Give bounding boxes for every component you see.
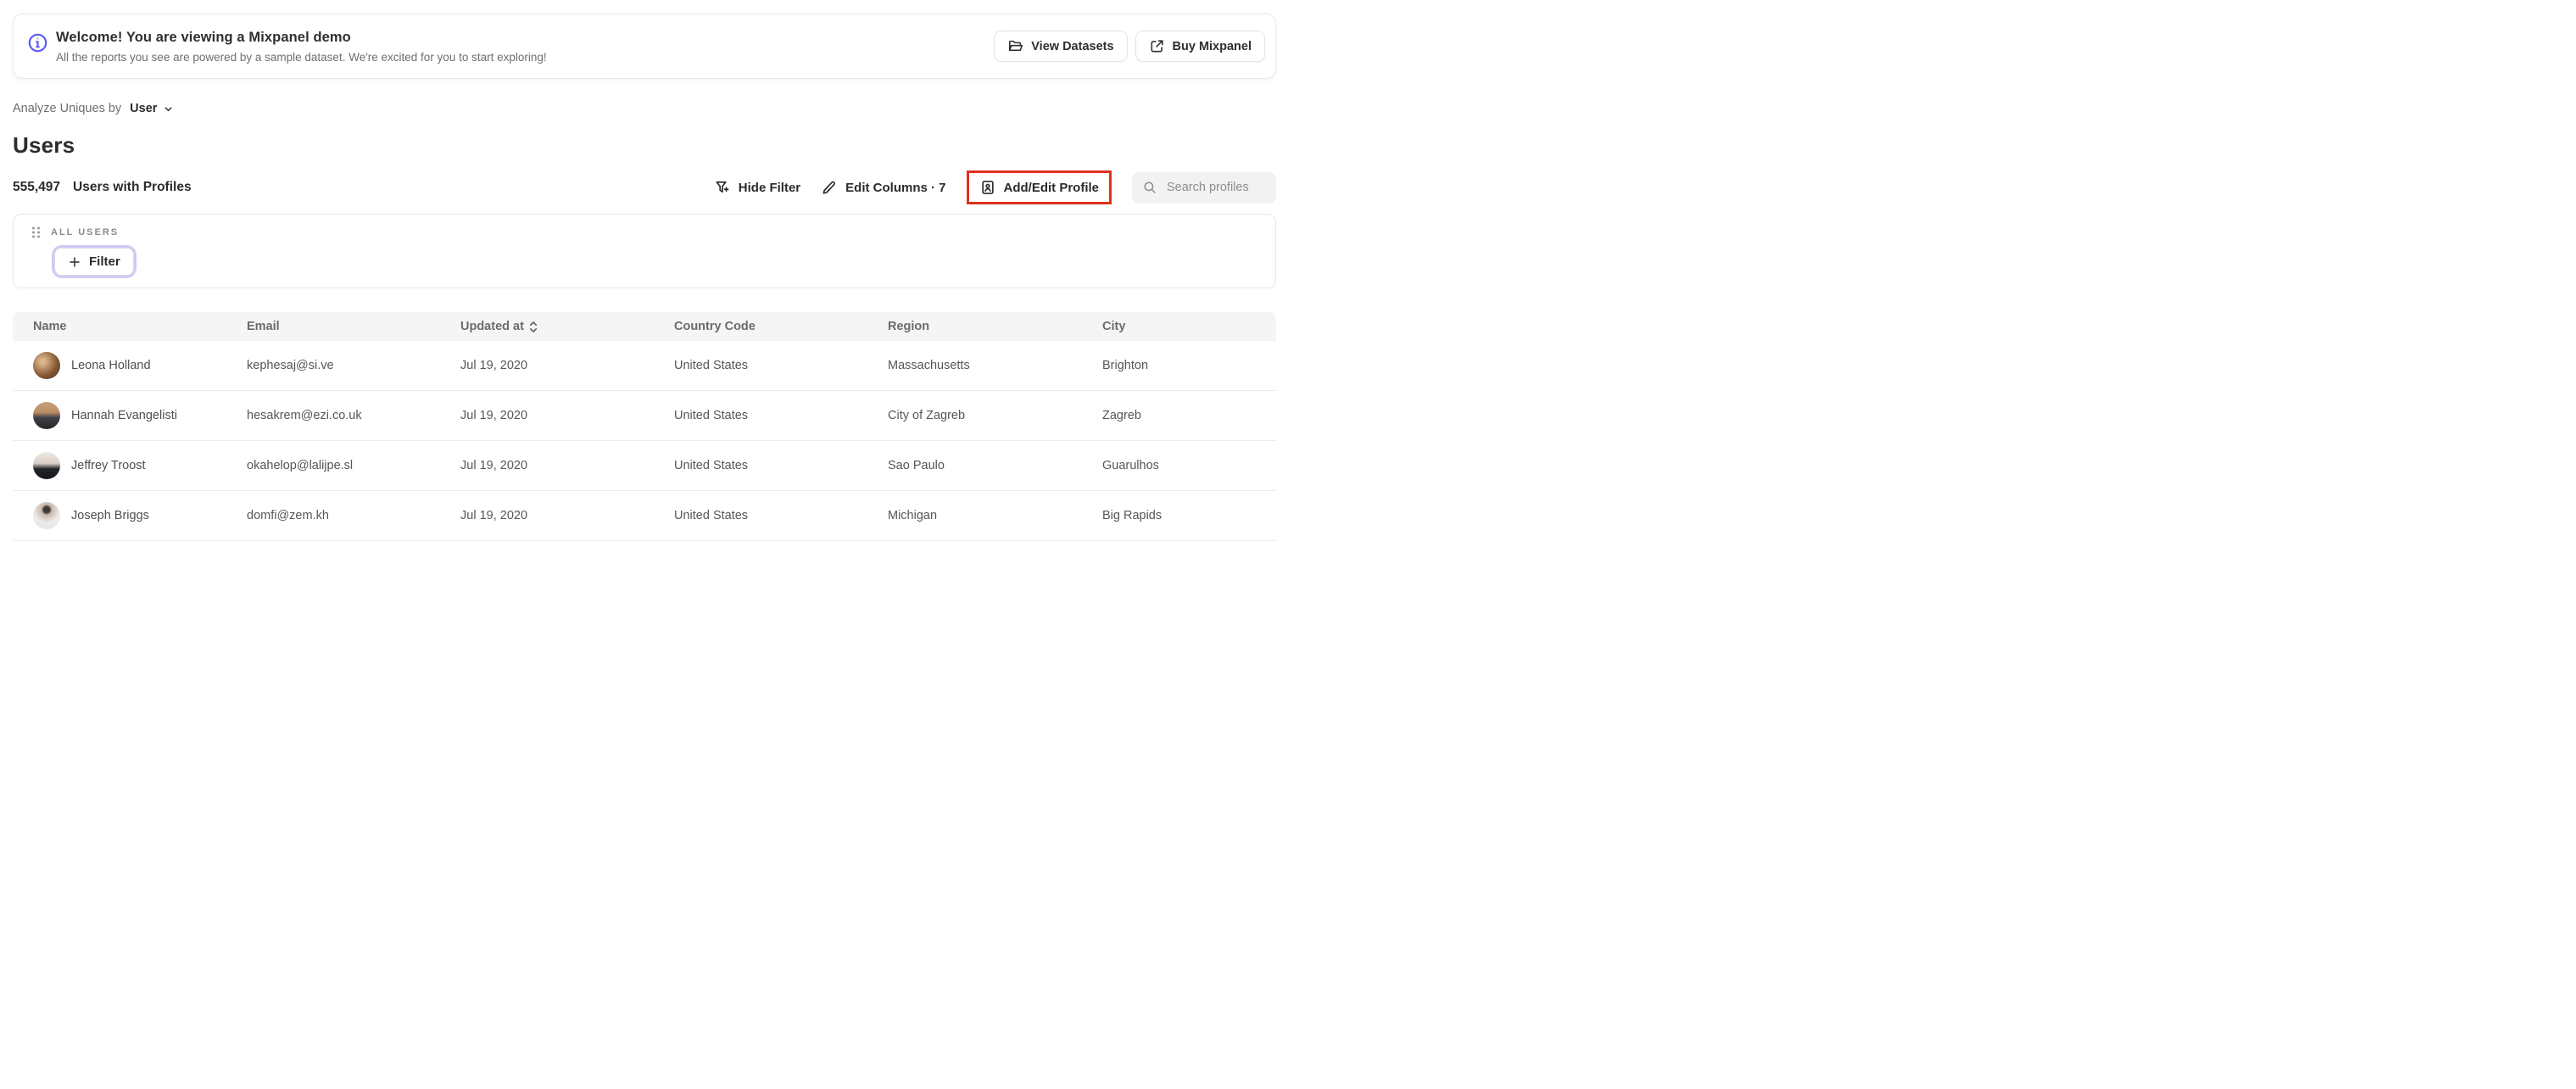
edit-columns-button[interactable]: Edit Columns · 7 bbox=[821, 179, 946, 196]
view-datasets-label: View Datasets bbox=[1031, 39, 1114, 53]
user-region: City of Zagreb bbox=[888, 409, 966, 422]
sort-icon[interactable] bbox=[529, 321, 538, 332]
plus-icon bbox=[68, 255, 81, 269]
hide-filter-label: Hide Filter bbox=[738, 180, 801, 195]
group-label-all-users: ALL USERS bbox=[51, 227, 120, 237]
user-city: Guarulhos bbox=[1102, 459, 1159, 472]
funnel-plus-icon bbox=[714, 179, 731, 196]
user-updated-at: Jul 19, 2020 bbox=[460, 459, 528, 472]
search-profiles-box[interactable] bbox=[1132, 171, 1276, 204]
column-header-name[interactable]: Name bbox=[33, 320, 247, 333]
user-email: domfi@zem.kh bbox=[247, 509, 329, 522]
add-filter-label: Filter bbox=[89, 254, 120, 269]
profile-card-icon bbox=[979, 179, 996, 196]
profiles-count-label: Users with Profiles bbox=[73, 180, 192, 194]
analyze-uniques-label: Analyze Uniques by bbox=[13, 102, 122, 115]
banner-subtitle: All the reports you see are powered by a… bbox=[56, 50, 547, 64]
user-email: kephesaj@si.ve bbox=[247, 359, 334, 372]
info-icon bbox=[27, 32, 48, 53]
table-row[interactable]: Hannah Evangelisti hesakrem@ezi.co.uk Ju… bbox=[13, 391, 1276, 441]
avatar bbox=[33, 452, 60, 479]
user-country-code: United States bbox=[674, 409, 749, 422]
welcome-banner: Welcome! You are viewing a Mixpanel demo… bbox=[13, 14, 1276, 79]
analyze-uniques-value[interactable]: User bbox=[130, 102, 157, 115]
filter-panel: ALL USERS Filter bbox=[13, 214, 1276, 288]
hide-filter-button[interactable]: Hide Filter bbox=[714, 179, 800, 196]
user-city: Zagreb bbox=[1102, 409, 1141, 422]
user-email: okahelop@lalijpe.sl bbox=[247, 459, 354, 472]
external-link-icon bbox=[1149, 38, 1165, 54]
add-filter-button[interactable]: Filter bbox=[54, 248, 134, 276]
user-region: Massachusetts bbox=[888, 359, 970, 372]
user-country-code: United States bbox=[674, 359, 749, 372]
banner-title: Welcome! You are viewing a Mixpanel demo bbox=[56, 29, 351, 45]
avatar bbox=[33, 402, 60, 429]
user-name[interactable]: Hannah Evangelisti bbox=[71, 409, 177, 422]
table-row[interactable]: Joseph Briggs domfi@zem.kh Jul 19, 2020 … bbox=[13, 491, 1276, 541]
add-edit-profile-button[interactable]: Add/Edit Profile bbox=[979, 179, 1100, 196]
avatar bbox=[33, 352, 60, 379]
user-name[interactable]: Jeffrey Troost bbox=[71, 459, 146, 472]
user-name[interactable]: Leona Holland bbox=[71, 359, 151, 372]
user-updated-at: Jul 19, 2020 bbox=[460, 359, 528, 372]
add-edit-profile-label: Add/Edit Profile bbox=[1003, 180, 1100, 195]
user-email: hesakrem@ezi.co.uk bbox=[247, 409, 362, 422]
column-header-email[interactable]: Email bbox=[247, 320, 460, 333]
user-region: Sao Paulo bbox=[888, 459, 945, 472]
users-table: Name Email Updated at Country Code Regio… bbox=[13, 312, 1276, 541]
user-country-code: United States bbox=[674, 509, 749, 522]
pencil-icon bbox=[821, 179, 838, 196]
table-row[interactable]: Jeffrey Troost okahelop@lalijpe.sl Jul 1… bbox=[13, 441, 1276, 491]
user-country-code: United States bbox=[674, 459, 749, 472]
user-updated-at: Jul 19, 2020 bbox=[460, 509, 528, 522]
user-updated-at: Jul 19, 2020 bbox=[460, 409, 528, 422]
user-city: Big Rapids bbox=[1102, 509, 1163, 522]
user-name[interactable]: Joseph Briggs bbox=[71, 509, 149, 522]
search-icon bbox=[1142, 180, 1157, 195]
profiles-count: 555,497 bbox=[13, 180, 61, 194]
table-row[interactable]: Leona Holland kephesaj@si.ve Jul 19, 202… bbox=[13, 341, 1276, 391]
buy-mixpanel-label: Buy Mixpanel bbox=[1172, 39, 1252, 53]
table-header-row: Name Email Updated at Country Code Regio… bbox=[13, 312, 1276, 341]
profiles-count-row: 555,497 Users with Profiles bbox=[13, 180, 192, 195]
column-header-updated-at[interactable]: Updated at bbox=[460, 320, 674, 333]
search-profiles-input[interactable] bbox=[1165, 180, 1266, 195]
user-city: Brighton bbox=[1102, 359, 1149, 372]
column-header-city[interactable]: City bbox=[1102, 320, 1276, 333]
annotation-highlight-box: Add/Edit Profile bbox=[966, 170, 1112, 204]
column-header-region[interactable]: Region bbox=[888, 320, 1102, 333]
buy-mixpanel-button[interactable]: Buy Mixpanel bbox=[1135, 31, 1265, 62]
filter-button-focus-ring: Filter bbox=[52, 245, 137, 278]
edit-columns-label: Edit Columns · 7 bbox=[845, 180, 946, 195]
user-region: Michigan bbox=[888, 509, 938, 522]
view-datasets-button[interactable]: View Datasets bbox=[994, 31, 1128, 62]
folder-icon bbox=[1007, 38, 1023, 54]
drag-handle-icon[interactable] bbox=[31, 226, 42, 239]
avatar bbox=[33, 502, 60, 529]
chevron-down-icon[interactable] bbox=[163, 103, 174, 114]
profiles-toolbar: Hide Filter Edit Columns · 7 Add/Edit Pr… bbox=[714, 169, 1276, 206]
page-title: Users bbox=[13, 132, 75, 158]
column-header-country-code[interactable]: Country Code bbox=[674, 320, 888, 333]
analyze-uniques-control: Analyze Uniques by User bbox=[13, 102, 174, 115]
